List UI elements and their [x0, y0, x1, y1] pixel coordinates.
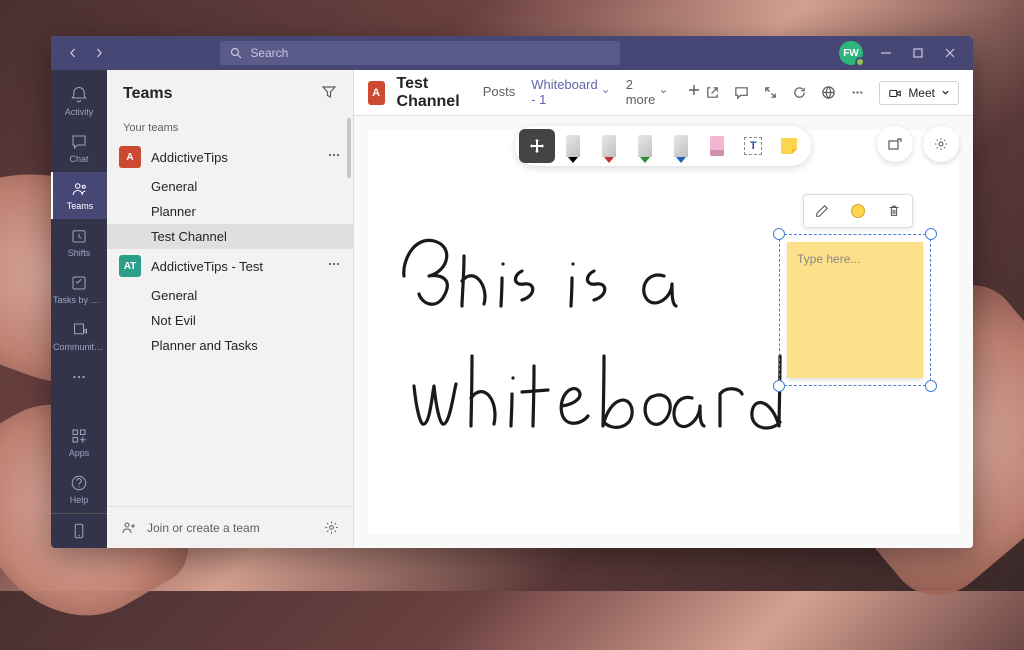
team-avatar: AT: [119, 255, 141, 277]
tool-pen-blue[interactable]: [663, 129, 699, 163]
nav-forward-button[interactable]: [87, 41, 111, 65]
rail-tasks-by-planner[interactable]: Tasks by Pla...: [51, 266, 107, 313]
tool-pen-red[interactable]: [591, 129, 627, 163]
team-avatar: A: [119, 146, 141, 168]
team-more-button[interactable]: [327, 257, 341, 276]
channel-general[interactable]: General: [107, 174, 353, 199]
search-placeholder: Search: [250, 46, 288, 60]
channel-general-2[interactable]: General: [107, 283, 353, 308]
app-left-rail: Activity Chat Teams Shifts Tasks by Pla.…: [51, 70, 107, 548]
channel-test-channel[interactable]: Test Channel: [107, 224, 353, 249]
more-options-icon[interactable]: [850, 85, 865, 100]
teams-panel: Teams Your teams A AddictiveTips General…: [107, 70, 354, 548]
tool-eraser[interactable]: [699, 129, 735, 163]
teams-app-window: Search FW Activity: [51, 36, 973, 548]
channel-planner-tasks[interactable]: Planner and Tasks: [107, 333, 353, 358]
window-minimize-button[interactable]: [877, 44, 895, 62]
tool-pen-black[interactable]: [555, 129, 591, 163]
camera-icon: [888, 86, 902, 100]
whiteboard-toolbar: T: [515, 126, 811, 166]
resize-handle-br[interactable]: [925, 380, 937, 392]
rail-shifts[interactable]: Shifts: [51, 219, 107, 266]
tool-move[interactable]: [519, 129, 555, 163]
main-content: A Test Channel Posts Whiteboard - 1 2 mo…: [354, 70, 973, 548]
your-teams-label: Your teams: [107, 118, 353, 140]
sticky-note-placeholder: Type here...: [797, 252, 860, 266]
sticky-note[interactable]: Type here...: [787, 242, 923, 378]
nav-back-button[interactable]: [61, 41, 85, 65]
tool-sticky-note[interactable]: [771, 129, 807, 163]
whiteboard-settings-button[interactable]: [923, 126, 959, 162]
sticky-note-selected[interactable]: Type here...: [779, 234, 931, 386]
sticky-note-toolbar: [803, 194, 913, 228]
meet-button[interactable]: Meet: [879, 81, 959, 105]
team-row-addictivetips-test[interactable]: AT AddictiveTips - Test: [107, 249, 353, 283]
note-delete-button[interactable]: [887, 204, 901, 218]
join-create-team-button[interactable]: Join or create a team: [147, 521, 314, 535]
presence-indicator: [855, 57, 865, 67]
rail-apps[interactable]: Apps: [51, 419, 107, 466]
resize-handle-bl[interactable]: [773, 380, 785, 392]
teams-panel-title: Teams: [123, 85, 173, 103]
search-icon: [230, 47, 242, 59]
expand-icon[interactable]: [763, 85, 778, 100]
whiteboard-export-button[interactable]: [877, 126, 913, 162]
filter-button[interactable]: [321, 84, 337, 105]
channel-not-evil[interactable]: Not Evil: [107, 308, 353, 333]
tab-whiteboard[interactable]: Whiteboard - 1: [531, 70, 609, 121]
note-color-button[interactable]: [851, 204, 865, 218]
rail-mobile[interactable]: [51, 513, 107, 548]
handwritten-content[interactable]: [394, 226, 814, 461]
channel-planner[interactable]: Planner: [107, 199, 353, 224]
titlebar: Search FW: [51, 36, 973, 70]
join-create-team-icon: [121, 520, 137, 536]
channel-header: A Test Channel Posts Whiteboard - 1 2 mo…: [354, 70, 973, 116]
scrollbar[interactable]: [347, 118, 351, 178]
team-more-button[interactable]: [327, 148, 341, 167]
refresh-icon[interactable]: [792, 85, 807, 100]
team-name: AddictiveTips - Test: [151, 259, 317, 274]
chevron-down-icon: [660, 87, 667, 96]
resize-handle-tr[interactable]: [925, 228, 937, 240]
chevron-down-icon: [602, 87, 609, 96]
note-edit-button[interactable]: [815, 204, 829, 218]
channel-avatar: A: [368, 81, 385, 105]
open-external-icon[interactable]: [705, 85, 720, 100]
tab-more[interactable]: 2 more: [626, 70, 668, 121]
search-input[interactable]: Search: [220, 41, 620, 65]
globe-icon[interactable]: [821, 85, 836, 100]
rail-chat[interactable]: Chat: [51, 125, 107, 172]
whiteboard-area[interactable]: T: [354, 116, 973, 548]
resize-handle-tl[interactable]: [773, 228, 785, 240]
chevron-down-icon: [941, 88, 950, 97]
add-tab-button[interactable]: [683, 79, 705, 106]
tool-text[interactable]: T: [735, 129, 771, 163]
team-row-addictivetips[interactable]: A AddictiveTips: [107, 140, 353, 174]
channel-title: Test Channel: [397, 75, 467, 111]
team-name: AddictiveTips: [151, 150, 317, 165]
tab-posts[interactable]: Posts: [483, 72, 516, 113]
rail-activity[interactable]: Activity: [51, 78, 107, 125]
rail-teams[interactable]: Teams: [51, 172, 107, 219]
window-close-button[interactable]: [941, 44, 959, 62]
manage-teams-gear-icon[interactable]: [324, 520, 339, 535]
conversation-icon[interactable]: [734, 85, 749, 100]
rail-more[interactable]: [51, 360, 107, 394]
user-avatar[interactable]: FW: [839, 41, 863, 65]
rail-communities[interactable]: Communities: [51, 313, 107, 360]
window-maximize-button[interactable]: [909, 44, 927, 62]
tool-pen-green[interactable]: [627, 129, 663, 163]
rail-help[interactable]: Help: [51, 466, 107, 513]
